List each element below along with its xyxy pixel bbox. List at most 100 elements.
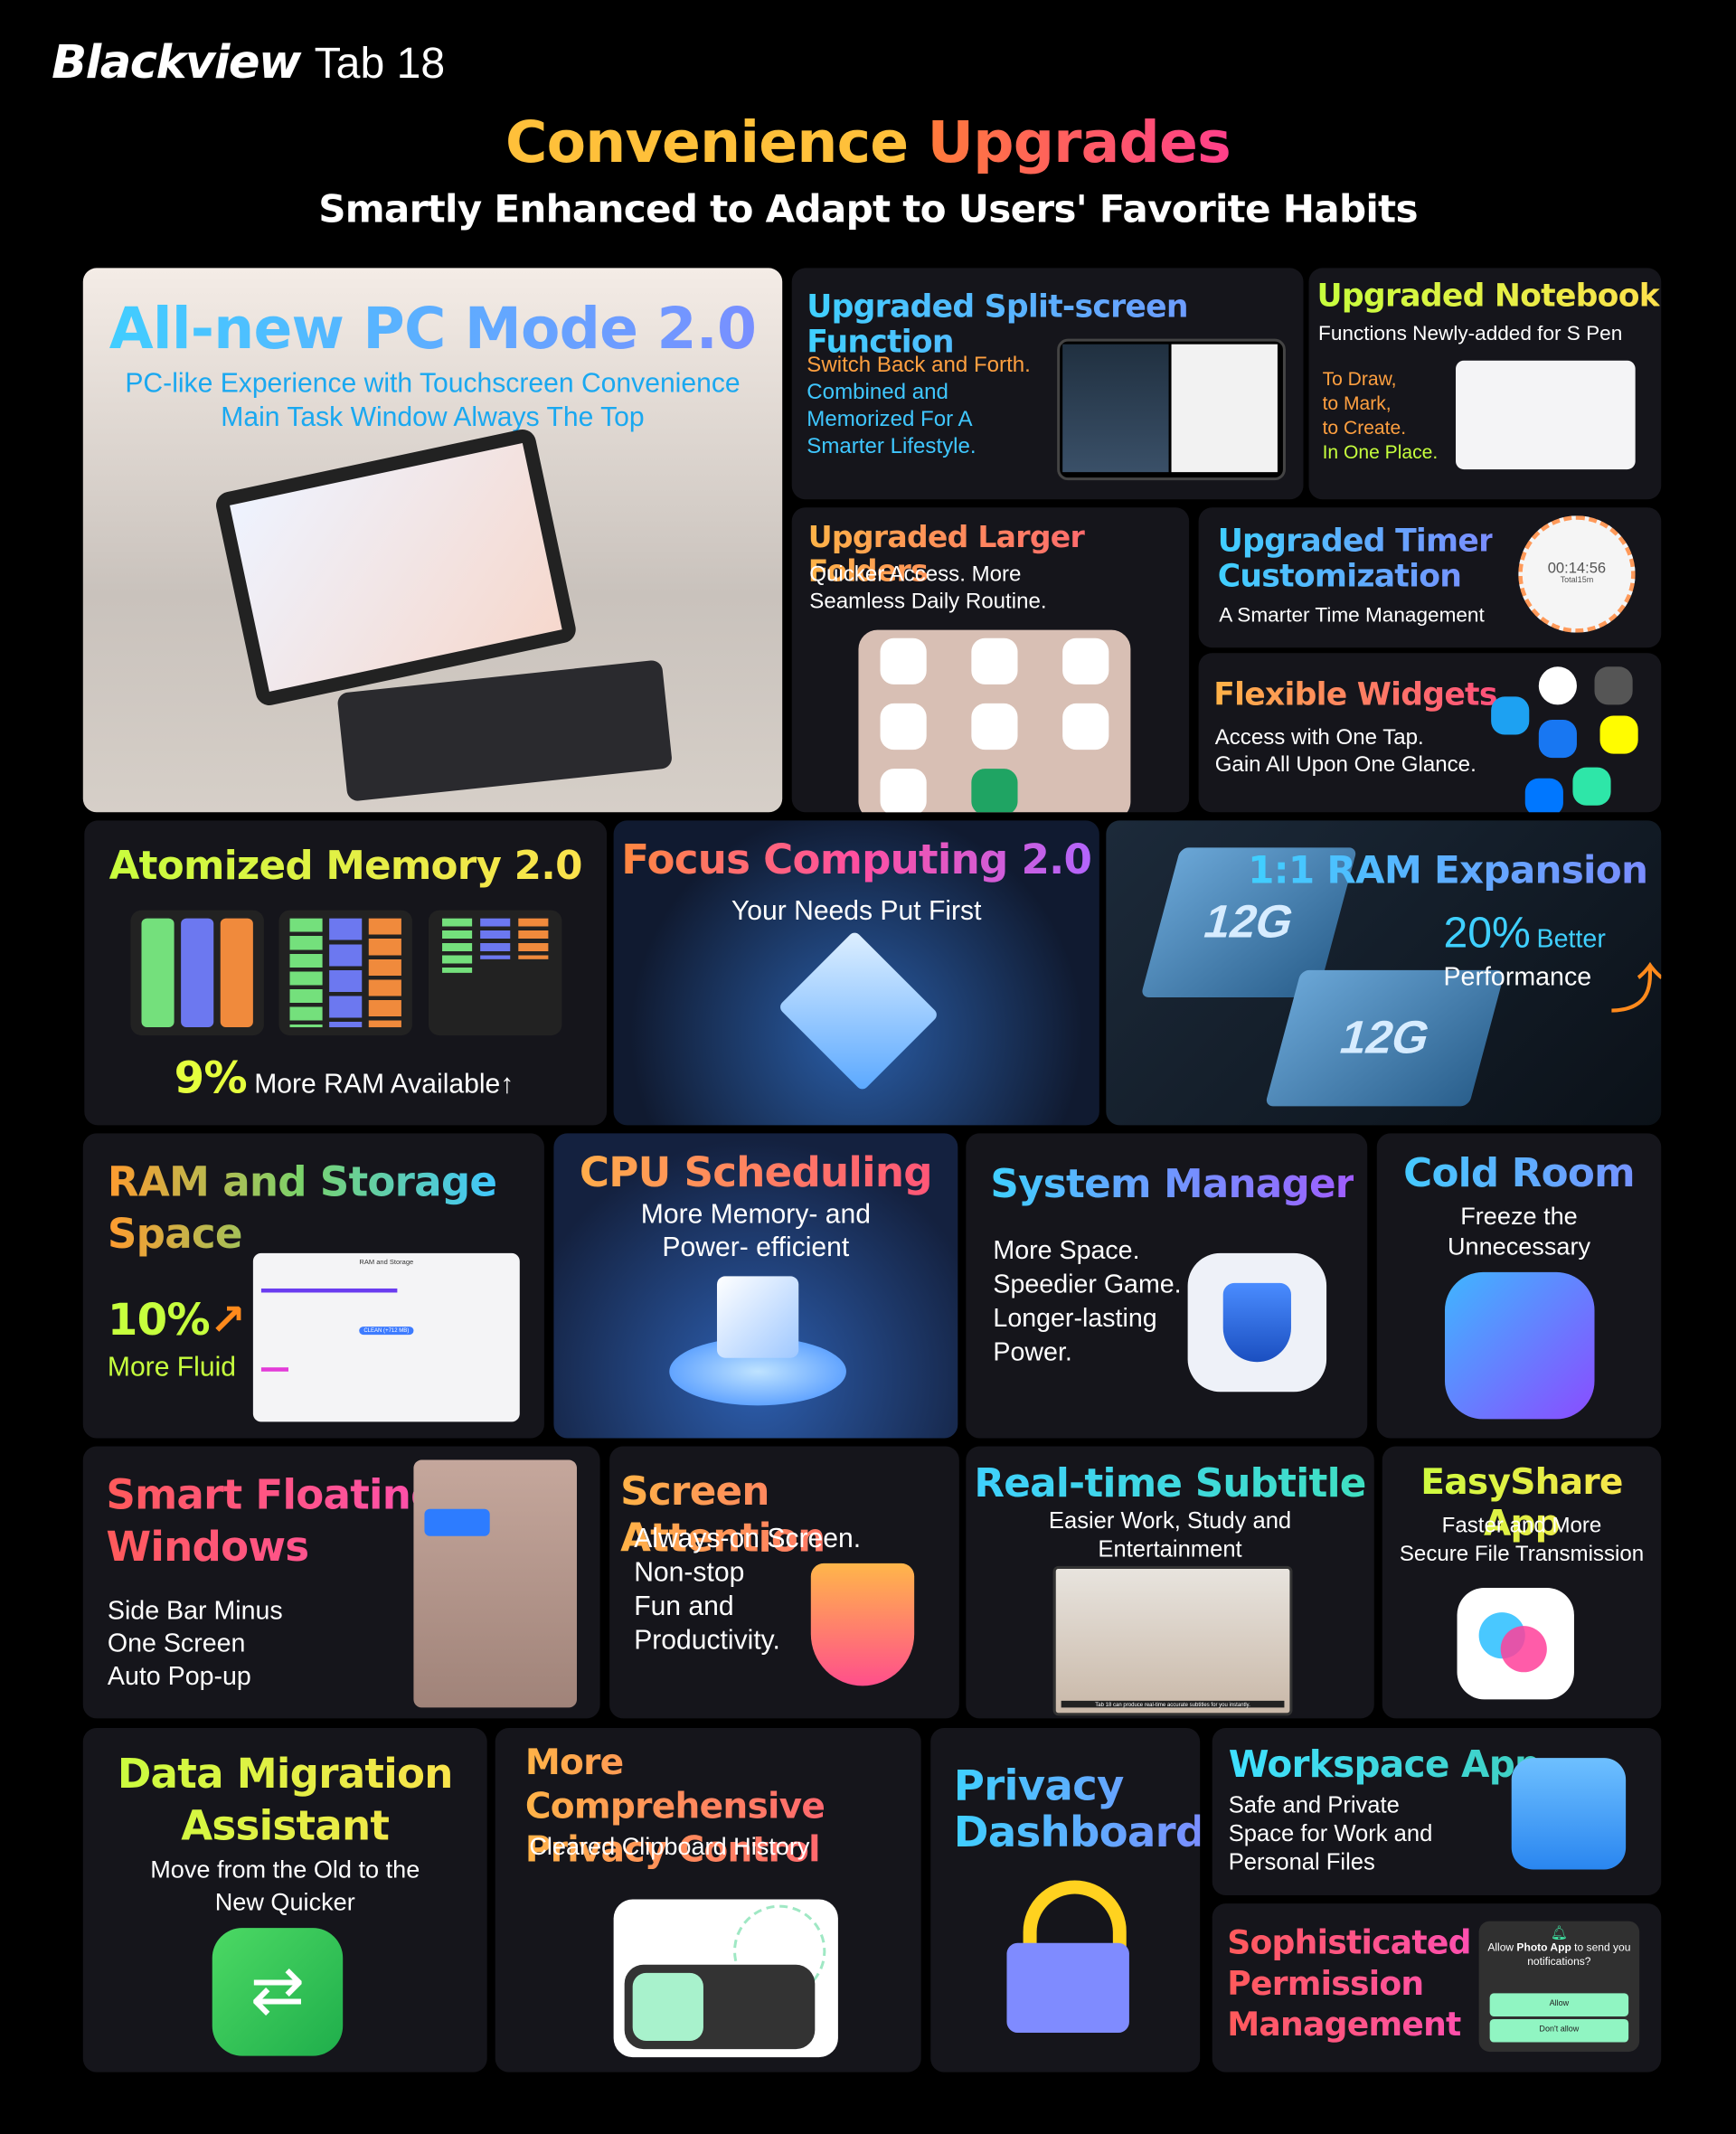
atomized-stat: 9% More RAM Available↑ [174, 1052, 514, 1104]
cpu-chip-image [716, 1276, 799, 1358]
timer-title: Upgraded Timer Customization [1217, 524, 1494, 595]
shield-lightning-icon [1187, 1252, 1327, 1393]
workspace-title: Workspace App [1228, 1744, 1541, 1787]
user-shield-icon [810, 1563, 915, 1686]
poster: Blackview Tab 18 Convenience Upgrades Sm… [0, 0, 1736, 2133]
permission-dialog: 🔔︎ Allow Photo App to send you notificat… [1478, 1921, 1640, 2053]
focus-sub: Your Needs Put First [731, 896, 982, 927]
google-icon [880, 637, 927, 685]
folders-text: Quicker Access. More Seamless Daily Routi… [809, 562, 1047, 613]
focus-computing-card: Focus Computing 2.0 Your Needs Put First [613, 820, 1099, 1126]
cpu-scheduling-card: CPU Scheduling More Memory- and Power- ef… [553, 1133, 958, 1439]
page-subtitle: Smartly Enhanced to Adapt to Users' Favo… [318, 186, 1418, 231]
memory-block-3 [428, 910, 562, 1036]
subtitle-text: Easier Work, Study and Entertainment [1048, 1507, 1292, 1563]
arrow-up-icon: ⤴ [1609, 960, 1662, 1021]
atomized-title: Atomized Memory 2.0 [84, 842, 607, 888]
vk-icon [1524, 778, 1563, 813]
twitter-icon [1491, 696, 1530, 735]
floating-title: Smart Floating Windows [106, 1471, 439, 1574]
notebook-title: Upgraded Notebook [1316, 279, 1660, 315]
ram-storage-pct: 10%↗ [107, 1293, 246, 1346]
data-migration-card: Data Migration Assistant Move from the Ol… [82, 1727, 487, 2073]
sysman-title: System Manager [990, 1160, 1354, 1207]
pc-mode-card: All-new PC Mode 2.0 PC-like Experience w… [82, 268, 783, 813]
meet-icon [1062, 703, 1109, 751]
privacy-dashboard-card: Privacy Dashboard [930, 1727, 1201, 2073]
page-title: Convenience Upgrades [505, 109, 1231, 176]
memory-block-2 [278, 910, 412, 1036]
tablet-image [213, 427, 579, 708]
snapchat-icon [1599, 715, 1638, 754]
widgets-card: Flexible Widgets Access with One Tap. Gai… [1198, 653, 1662, 813]
settings-icon [1594, 666, 1633, 705]
migration-title: Data Migration Assistant [83, 1750, 487, 1853]
atomized-memory-card: Atomized Memory 2.0 9% More RAM Availabl… [84, 820, 608, 1126]
model-name: Tab 18 [314, 38, 446, 88]
cold-room-card: Cold Room Freeze the Unnecessary [1376, 1133, 1662, 1439]
system-manager-card: System Manager More Space. Speedier Game.… [966, 1133, 1368, 1439]
chrome-icon [1538, 666, 1577, 705]
cube-image [778, 930, 939, 1092]
pc-mode-line1: PC-like Experience with Touchscreen Conv… [125, 368, 741, 399]
notebook-sub: Functions Newly-added for S Pen [1318, 322, 1623, 346]
widgets-title: Flexible Widgets [1213, 677, 1497, 713]
cold-text: Freeze the Unnecessary [1447, 1203, 1591, 1261]
timer-sub: A Smarter Time Management [1219, 604, 1485, 628]
focus-title: Focus Computing 2.0 [614, 836, 1099, 884]
allow-button[interactable]: Allow [1489, 1993, 1629, 2016]
subtitle-title: Real-time Subtitle [966, 1460, 1373, 1506]
migration-text: Move from the Old to the New Quicker [150, 1855, 420, 1916]
ram-storage-title: RAM and Storage Space [108, 1157, 496, 1261]
screen-attention-card: Screen Attention Always-on Screen. Non-st… [609, 1446, 959, 1719]
timer-time: 00:14:56 [1547, 560, 1607, 577]
maps-icon [1062, 637, 1109, 685]
memory-block-1 [130, 910, 264, 1036]
cpu-title: CPU Scheduling [553, 1149, 958, 1197]
subtitle-card: Real-time Subtitle Easier Work, Study an… [966, 1446, 1374, 1719]
timer-total: Total15m [1560, 576, 1594, 586]
privacy-control-sub: Cleared Clipboard History [529, 1832, 810, 1860]
dont-allow-button[interactable]: Don't allow [1489, 2018, 1629, 2043]
photos-icon [880, 769, 927, 813]
lock-icon [1006, 1942, 1129, 2034]
sysman-text: More Space. Speedier Game. Longer-lasting P… [993, 1236, 1182, 1368]
transfer-arrows-icon: ⇄ [212, 1928, 344, 2056]
gmail-icon [971, 637, 1018, 685]
keyboard-image [336, 659, 674, 802]
ram-expansion-card: 12G 12G 1:1 RAM Expansion 20% Better Per… [1106, 820, 1662, 1126]
brand-logo: Blackview [52, 35, 301, 90]
shield-icon [1572, 767, 1611, 806]
floating-text: Side Bar Minus One Screen Auto Pop-up [107, 1597, 283, 1692]
clipboard-illustration [613, 1899, 838, 2058]
widgets-text: Access with One Tap. Gain All Upon One Gl… [1214, 726, 1477, 777]
control-center-image [413, 1459, 577, 1708]
split-screen-image [1057, 338, 1286, 481]
folders-card: Upgraded Larger Folders Quicker Access. … [791, 507, 1190, 813]
drive-icon [880, 703, 927, 751]
notebook-drawing-image [1456, 360, 1636, 470]
permission-title: Sophisticated Permission Management [1227, 1923, 1471, 2044]
ram-storage-text: More Fluid [107, 1352, 237, 1383]
folder-apps [858, 629, 1131, 813]
ram-storage-screenshot: RAM and Storage CLEAN (+712 MB) [252, 1252, 520, 1422]
smart-floating-card: Smart Floating Windows Side Bar Minus One … [82, 1446, 600, 1719]
pc-mode-line2: Main Task Window Always The Top [221, 402, 645, 433]
dialog-message: Allow Photo App to send you notification… [1487, 1941, 1631, 1968]
timer-dial: 00:14:56 Total15m [1518, 515, 1636, 633]
facebook-icon [1538, 719, 1577, 759]
music-icon [971, 703, 1018, 751]
pc-mode-title: All-new PC Mode 2.0 [83, 296, 782, 363]
cold-room-cube-icon [1444, 1271, 1595, 1420]
easyshare-card: EasyShare App Faster and More Secure File… [1382, 1446, 1662, 1719]
phone-icon [971, 769, 1018, 813]
workspace-text: Safe and Private Space for Work and Person… [1228, 1791, 1433, 1875]
subtitle-video-image: Tab 18 can produce real-time accurate su… [1052, 1565, 1293, 1716]
ram-expansion-title: 1:1 RAM Expansion [1248, 847, 1648, 893]
privacy-control-card: More Comprehensive Privacy Control Cleare… [495, 1727, 921, 2073]
split-text: Switch Back and Forth. Combined and Memori… [807, 354, 1031, 459]
easyshare-icon [1457, 1587, 1574, 1700]
ram-storage-card: RAM and Storage Space 10%↗ More Fluid RAM… [82, 1133, 544, 1439]
notebook-text: To Draw, to Mark, to Create. In One Place. [1322, 367, 1439, 463]
ram-expansion-perf: Performance [1443, 963, 1592, 992]
